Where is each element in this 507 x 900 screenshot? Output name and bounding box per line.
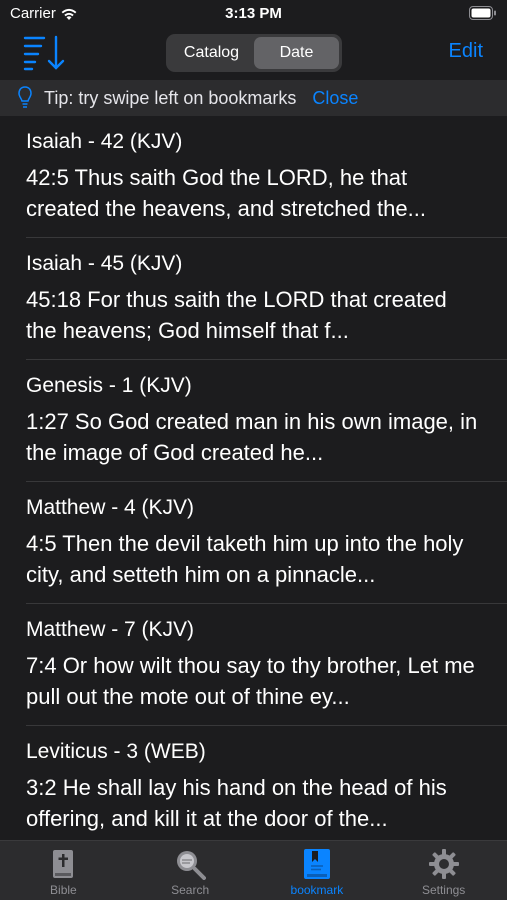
tip-banner: Tip: try swipe left on bookmarks Close	[0, 80, 507, 116]
tab-label: Bible	[50, 883, 77, 897]
tab-bar: Bible Search bookmark Settings	[0, 840, 507, 900]
bookmark-title: Leviticus - 3 (WEB)	[26, 740, 206, 763]
segment-catalog[interactable]: Catalog	[169, 37, 254, 69]
tip-close-button[interactable]: Close	[312, 88, 358, 109]
bookmark-title: Isaiah - 42 (KJV)	[26, 130, 183, 153]
bookmark-verse: 4:5 Then the devil taketh him up into th…	[26, 531, 464, 587]
bookmark-icon	[300, 847, 334, 881]
tab-bookmark[interactable]: bookmark	[254, 841, 381, 900]
tab-bible[interactable]: Bible	[0, 841, 127, 900]
bookmark-row[interactable]: Matthew - 4 (KJV) 4:5 Then the devil tak…	[0, 482, 507, 604]
sort-segmented-control: Catalog Date	[166, 34, 342, 72]
bookmark-row[interactable]: Isaiah - 42 (KJV) 42:5 Thus saith God th…	[0, 116, 507, 238]
tab-label: Search	[171, 883, 210, 897]
bookmark-title: Isaiah - 45 (KJV)	[26, 252, 183, 275]
tab-label: Settings	[421, 883, 466, 897]
bookmark-title: Matthew - 7 (KJV)	[26, 618, 195, 641]
bookmark-verse: 1:27 So God created man in his own image…	[26, 409, 478, 465]
status-time: 3:13 PM	[225, 5, 282, 22]
search-icon	[173, 847, 207, 881]
bookmark-row[interactable]: Leviticus - 3 (WEB) 3:2 He shall lay his…	[0, 726, 507, 840]
bookmark-verse: 42:5 Thus saith God the LORD, he that cr…	[26, 165, 426, 221]
bookmark-verse: 7:4 Or how wilt thou say to thy brother,…	[26, 653, 475, 709]
nav-bar: Catalog Date Edit	[0, 28, 507, 78]
sort-button[interactable]	[22, 34, 70, 72]
lightbulb-icon	[18, 85, 38, 111]
bookmark-title: Genesis - 1 (KJV)	[26, 374, 192, 397]
gear-icon	[427, 847, 461, 881]
tab-search[interactable]: Search	[127, 841, 254, 900]
tab-settings[interactable]: Settings	[380, 841, 507, 900]
bookmark-list: Isaiah - 42 (KJV) 42:5 Thus saith God th…	[0, 116, 507, 840]
status-bar: Carrier 3:13 PM	[0, 0, 507, 28]
bookmark-verse: 3:2 He shall lay his hand on the head of…	[26, 775, 447, 831]
bookmark-title: Matthew - 4 (KJV)	[26, 496, 195, 519]
bookmark-verse: 45:18 For thus saith the LORD that creat…	[26, 287, 447, 343]
tab-label: bookmark	[290, 883, 344, 897]
bookmark-row[interactable]: Isaiah - 45 (KJV) 45:18 For thus saith t…	[0, 238, 507, 360]
battery-icon	[469, 6, 497, 24]
bookmark-row[interactable]: Genesis - 1 (KJV) 1:27 So God created ma…	[0, 360, 507, 482]
segment-date[interactable]: Date	[254, 37, 339, 69]
tip-text: Tip: try swipe left on bookmarks	[44, 87, 297, 108]
bible-icon	[46, 847, 80, 881]
sort-icon	[23, 35, 65, 71]
bookmark-row[interactable]: Matthew - 7 (KJV) 7:4 Or how wilt thou s…	[0, 604, 507, 726]
edit-button[interactable]: Edit	[449, 40, 483, 63]
